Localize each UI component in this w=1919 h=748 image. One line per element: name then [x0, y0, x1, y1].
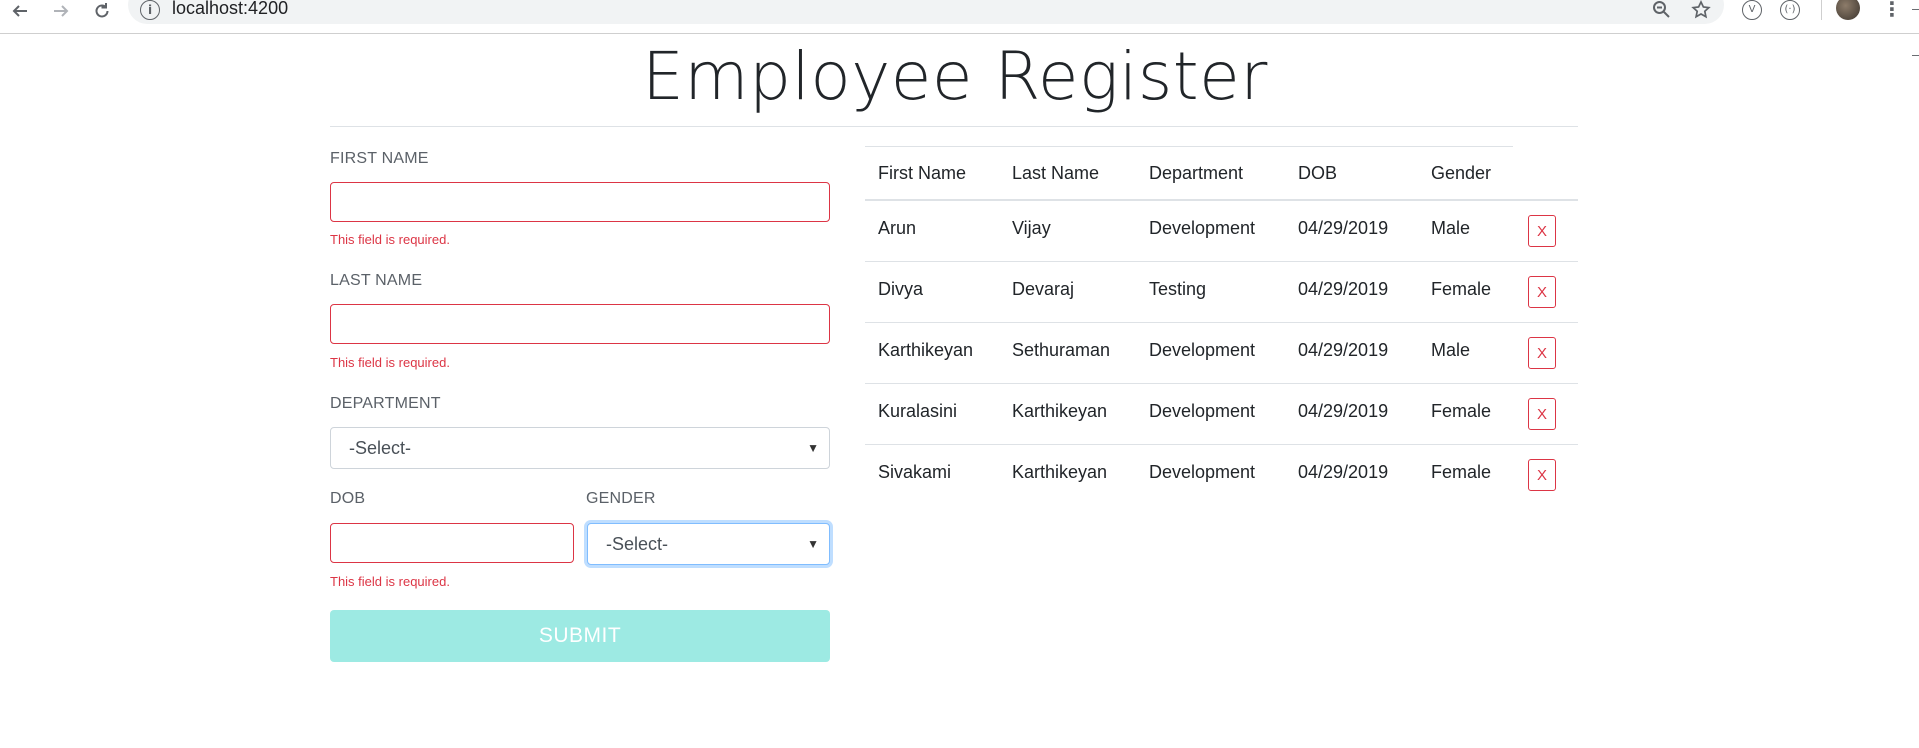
reload-icon[interactable] — [88, 0, 116, 22]
last-name-label: LAST NAME — [330, 272, 423, 289]
page-title: Employee Register — [642, 38, 1268, 115]
last-name-error: This field is required. — [330, 355, 450, 370]
delete-button[interactable]: X — [1528, 215, 1556, 247]
table-row: Sivakami Karthikeyan Development 04/29/2… — [865, 445, 1578, 506]
submit-button[interactable]: SUBMIT — [330, 610, 830, 662]
cell-dob: 04/29/2019 — [1298, 279, 1389, 299]
info-icon[interactable]: i — [140, 0, 160, 20]
first-name-error: This field is required. — [330, 232, 450, 247]
cell-department: Development — [1149, 462, 1256, 482]
title-divider — [330, 126, 1578, 127]
delete-button[interactable]: X — [1528, 337, 1556, 369]
cell-department: Development — [1149, 401, 1256, 421]
dob-label: DOB — [330, 490, 366, 507]
scrollbar-indicator: – — [1912, 0, 1919, 16]
cell-last-name: Devaraj — [1012, 279, 1075, 299]
delete-button[interactable]: X — [1528, 276, 1556, 308]
cell-last-name: Karthikeyan — [1012, 462, 1108, 482]
first-name-input[interactable] — [330, 182, 830, 222]
cell-dob: 04/29/2019 — [1298, 462, 1389, 482]
table-row: Karthikeyan Sethuraman Development 04/29… — [865, 323, 1578, 384]
gender-selected-value: -Select- — [606, 534, 669, 554]
department-selected-value: -Select- — [349, 438, 412, 458]
delete-button[interactable]: X — [1528, 459, 1556, 491]
cell-last-name: Sethuraman — [1012, 340, 1111, 360]
table-top-border — [865, 146, 1513, 147]
cell-gender: Male — [1431, 218, 1471, 238]
url-text[interactable]: localhost:4200 — [172, 0, 288, 19]
cell-dob: 04/29/2019 — [1298, 340, 1389, 360]
cell-department: Testing — [1149, 279, 1207, 299]
cell-dob: 04/29/2019 — [1298, 401, 1389, 421]
dob-input[interactable] — [330, 523, 574, 563]
address-bar[interactable] — [128, 0, 1724, 24]
scrollbar-indicator: – — [1912, 46, 1919, 62]
cell-department: Development — [1149, 218, 1256, 238]
browser-toolbar: i localhost:4200 V (·) ⋮ – — [0, 0, 1919, 34]
gender-label: GENDER — [586, 490, 656, 507]
column-header-first-name: First Name — [878, 163, 967, 183]
table-row: Arun Vijay Development 04/29/2019 Male X — [865, 201, 1578, 262]
cell-department: Development — [1149, 340, 1256, 360]
toolbar-divider — [1821, 0, 1822, 20]
extension-dots-icon[interactable]: (·) — [1780, 0, 1800, 20]
column-header-dob: DOB — [1298, 163, 1338, 183]
menu-icon[interactable]: ⋮ — [1882, 0, 1902, 20]
first-name-label: FIRST NAME — [330, 150, 429, 167]
cell-dob: 04/29/2019 — [1298, 218, 1389, 238]
cell-gender: Male — [1431, 340, 1471, 360]
back-arrow-icon[interactable] — [6, 0, 34, 22]
department-select[interactable]: -Select- ▼ — [330, 427, 830, 469]
column-header-last-name: Last Name — [1012, 163, 1100, 183]
dob-error: This field is required. — [330, 574, 450, 589]
cell-first-name: Sivakami — [878, 462, 952, 482]
cell-gender: Female — [1431, 401, 1492, 421]
gender-select[interactable]: -Select- ▼ — [587, 523, 830, 565]
cell-first-name: Divya — [878, 279, 924, 299]
forward-arrow-icon[interactable] — [47, 0, 75, 22]
cell-last-name: Karthikeyan — [1012, 401, 1108, 421]
chevron-down-icon: ▼ — [807, 537, 819, 551]
cell-gender: Female — [1431, 279, 1492, 299]
avatar[interactable] — [1836, 0, 1860, 20]
column-header-gender: Gender — [1431, 163, 1492, 183]
cell-first-name: Karthikeyan — [878, 340, 974, 360]
extension-v-icon[interactable]: V — [1742, 0, 1762, 20]
delete-button[interactable]: X — [1528, 398, 1556, 430]
table-row: Kuralasini Karthikeyan Development 04/29… — [865, 384, 1578, 445]
cell-first-name: Arun — [878, 218, 917, 238]
department-label: DEPARTMENT — [330, 395, 441, 412]
cell-gender: Female — [1431, 462, 1492, 482]
star-icon[interactable] — [1691, 0, 1711, 24]
zoom-out-icon[interactable] — [1652, 0, 1670, 22]
cell-first-name: Kuralasini — [878, 401, 958, 421]
cell-last-name: Vijay — [1012, 218, 1051, 238]
last-name-input[interactable] — [330, 304, 830, 344]
chevron-down-icon: ▼ — [807, 441, 819, 455]
column-header-department: Department — [1149, 163, 1244, 183]
table-row: Divya Devaraj Testing 04/29/2019 Female … — [865, 262, 1578, 323]
